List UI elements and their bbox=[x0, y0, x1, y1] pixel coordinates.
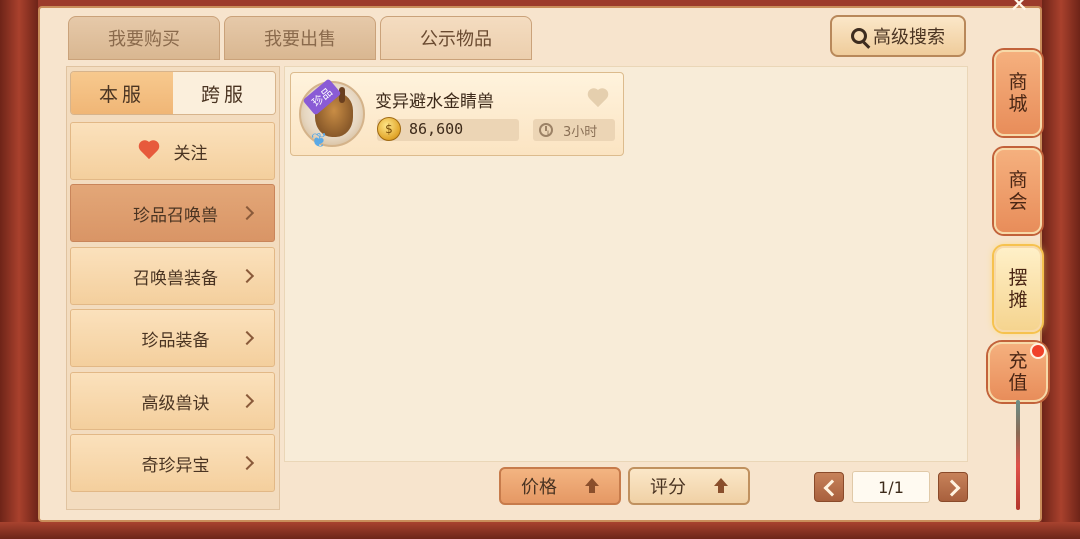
prev-page-button[interactable] bbox=[814, 472, 844, 502]
chevron-right-icon bbox=[239, 330, 255, 346]
coin-icon: $ bbox=[377, 117, 401, 141]
category-label: 召唤兽装备 bbox=[133, 268, 218, 289]
side-nav-mall[interactable]: 商城 bbox=[994, 50, 1042, 136]
side-nav-stall[interactable]: 摆摊 bbox=[994, 246, 1042, 332]
side-nav-label: 充值 bbox=[1008, 350, 1028, 394]
next-page-button[interactable] bbox=[938, 472, 968, 502]
page-indicator: 1/1 bbox=[852, 471, 930, 503]
category-label: 高级兽诀 bbox=[141, 393, 210, 414]
item-name: 变异避水金睛兽 bbox=[375, 92, 494, 112]
chevron-right-icon bbox=[239, 393, 255, 409]
category-label: 珍品装备 bbox=[141, 330, 210, 351]
tab-public-items[interactable]: 公示物品 bbox=[380, 16, 532, 60]
advanced-search-label: 高级搜索 bbox=[873, 27, 945, 48]
tab-sell[interactable]: 我要出售 bbox=[224, 16, 376, 60]
arrow-up-icon bbox=[585, 478, 599, 494]
advanced-search-button[interactable]: 高级搜索 bbox=[830, 15, 966, 57]
chevron-right-icon bbox=[239, 268, 255, 284]
category-treasures[interactable]: 奇珍异宝 bbox=[70, 434, 275, 492]
sort-rating-label: 评分 bbox=[650, 477, 686, 498]
notification-dot bbox=[1030, 343, 1046, 359]
tab-buy[interactable]: 我要购买 bbox=[68, 16, 220, 60]
item-price: 86,600 bbox=[409, 120, 464, 138]
side-nav-label: 商城 bbox=[1008, 71, 1028, 115]
server-toggle: 本服 跨服 bbox=[70, 71, 276, 115]
category-label: 奇珍异宝 bbox=[141, 455, 210, 476]
category-label: 关注 bbox=[173, 143, 208, 164]
item-card[interactable]: 珍品 ❦ 变异避水金睛兽 $ 86,600 3小时 bbox=[290, 72, 624, 156]
side-nav-label: 摆摊 bbox=[1008, 267, 1028, 311]
search-icon bbox=[851, 28, 867, 44]
category-rare-summons[interactable]: 珍品召唤兽 bbox=[70, 184, 275, 242]
bottom-border bbox=[0, 522, 1080, 539]
sort-price-button[interactable]: 价格 bbox=[499, 467, 621, 505]
server-local-button[interactable]: 本服 bbox=[71, 72, 173, 114]
item-time-remaining: 3小时 bbox=[563, 125, 598, 140]
side-nav-label: 商会 bbox=[1008, 169, 1028, 213]
feather-icon: ❦ bbox=[310, 128, 328, 152]
favorite-heart-icon[interactable] bbox=[587, 89, 609, 109]
close-icon[interactable]: ✕ bbox=[1004, 0, 1034, 16]
server-cross-button[interactable]: 跨服 bbox=[173, 72, 275, 114]
category-label: 珍品召唤兽 bbox=[133, 205, 218, 226]
category-summon-equipment[interactable]: 召唤兽装备 bbox=[70, 247, 275, 305]
category-advanced-skills[interactable]: 高级兽诀 bbox=[70, 372, 275, 430]
heart-icon bbox=[138, 141, 160, 161]
tassel-decoration bbox=[1016, 400, 1020, 510]
category-favorites[interactable]: 关注 bbox=[70, 122, 275, 180]
category-rare-equipment[interactable]: 珍品装备 bbox=[70, 309, 275, 367]
chevron-right-icon bbox=[239, 205, 255, 221]
left-pillar bbox=[0, 0, 38, 539]
arrow-up-icon bbox=[714, 478, 728, 494]
right-pillar bbox=[1042, 0, 1080, 539]
chevron-right-icon bbox=[239, 455, 255, 471]
sort-price-label: 价格 bbox=[521, 477, 557, 498]
pet-avatar: 珍品 ❦ bbox=[299, 78, 365, 152]
clock-icon bbox=[539, 123, 553, 137]
sort-rating-button[interactable]: 评分 bbox=[628, 467, 750, 505]
side-nav-guild[interactable]: 商会 bbox=[994, 148, 1042, 234]
